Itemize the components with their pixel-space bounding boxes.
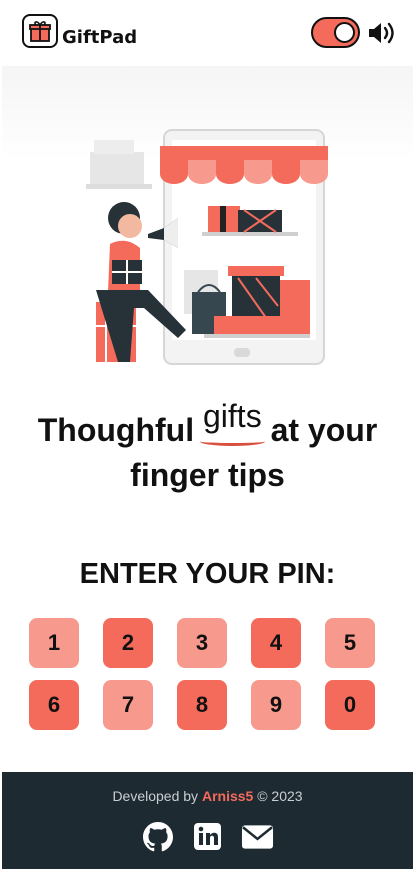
author-link[interactable]: Arniss5 — [202, 788, 253, 804]
pin-key-5[interactable]: 5 — [325, 618, 375, 668]
pin-key-8[interactable]: 8 — [177, 680, 227, 730]
hero-section — [2, 66, 413, 386]
pin-keypad: 1 2 3 4 5 6 7 8 9 0 — [29, 618, 379, 730]
tagline-line-1: Thoughful gifts at your — [0, 398, 415, 453]
pin-title: ENTER YOUR PIN: — [79, 558, 336, 590]
tagline-part2: at your — [270, 412, 378, 448]
toggle-knob — [334, 21, 355, 43]
mail-icon[interactable] — [241, 820, 274, 853]
pin-key-2[interactable]: 2 — [103, 618, 153, 668]
tagline-part1: Thoughful — [37, 412, 195, 448]
sound-toggle[interactable] — [311, 17, 360, 48]
speaker-icon[interactable] — [367, 20, 397, 46]
tagline: Thoughful gifts at your finger tips — [0, 398, 415, 498]
tagline-part3: finger tips — [130, 457, 285, 493]
pin-key-3[interactable]: 3 — [177, 618, 227, 668]
pin-key-7[interactable]: 7 — [103, 680, 153, 730]
developer-credit: Developed by Arniss5 © 2023 — [2, 788, 413, 804]
pin-key-4[interactable]: 4 — [251, 618, 301, 668]
pin-key-9[interactable]: 9 — [251, 680, 301, 730]
credit-prefix: Developed by — [112, 788, 199, 804]
social-links — [2, 820, 413, 853]
copyright: © 2023 — [257, 788, 303, 804]
app-logo[interactable]: GiftPad — [22, 14, 137, 48]
tagline-highlight: gifts — [200, 394, 265, 446]
github-icon[interactable] — [141, 820, 174, 853]
pin-key-0[interactable]: 0 — [325, 680, 375, 730]
linkedin-icon[interactable] — [191, 820, 224, 853]
app-title: GiftPad — [62, 26, 138, 48]
pin-key-1[interactable]: 1 — [29, 618, 79, 668]
shopping-illustration — [86, 129, 328, 365]
gift-icon — [22, 14, 58, 48]
app-header: GiftPad — [0, 0, 415, 66]
pin-key-6[interactable]: 6 — [29, 680, 79, 730]
footer: Developed by Arniss5 © 2023 — [2, 772, 413, 869]
